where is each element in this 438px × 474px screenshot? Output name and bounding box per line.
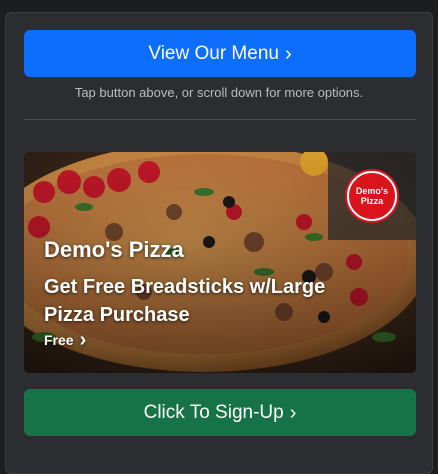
sign-up-button[interactable]: Click To Sign-Up › <box>24 389 416 436</box>
promo-card[interactable]: Demo's Pizza Demo's Pizza Get Free Bread… <box>24 152 416 373</box>
brand-logo: Demo's Pizza <box>347 171 397 221</box>
offers-panel: View Our Menu › Tap button above, or scr… <box>5 12 433 474</box>
brand-logo-box: Demo's Pizza <box>328 152 416 240</box>
promo-offer: Get Free Breadsticks w/Large Pizza Purch… <box>44 276 326 326</box>
promo-tag[interactable]: Free › <box>44 330 86 350</box>
view-menu-button[interactable]: View Our Menu › <box>24 30 416 77</box>
scroll-hint: Tap button above, or scroll down for mor… <box>74 85 364 100</box>
chevron-right-icon: › <box>284 42 292 65</box>
chevron-right-icon: › <box>289 401 297 424</box>
chevron-right-icon: › <box>79 329 87 351</box>
promo-tag-label: Free <box>44 332 74 348</box>
promo-title: Demo's Pizza <box>44 237 184 262</box>
logo-line-1: Demo's <box>355 186 389 196</box>
divider <box>24 119 416 120</box>
view-menu-label: View Our Menu <box>148 42 279 64</box>
sign-up-label: Click To Sign-Up <box>143 401 284 423</box>
logo-line-2: Pizza <box>360 196 384 206</box>
